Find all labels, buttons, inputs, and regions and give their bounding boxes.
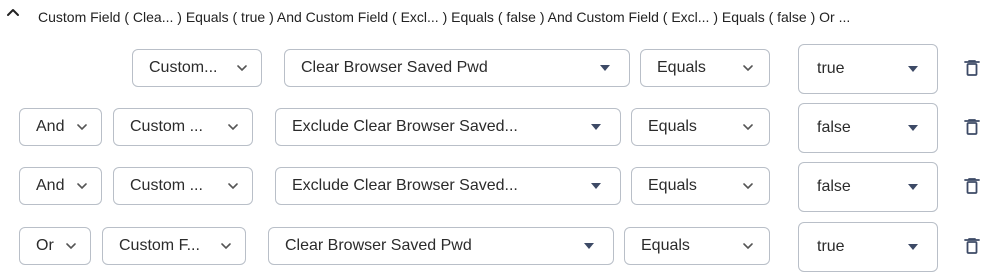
field-type-label: Custom ...: [130, 177, 203, 194]
trash-icon[interactable]: [961, 175, 983, 197]
operator-label: Equals: [641, 237, 690, 254]
caret-down-icon: [584, 243, 594, 249]
caret-down-icon: [908, 66, 918, 72]
chevron-down-icon: [77, 124, 87, 131]
value-select[interactable]: true: [798, 222, 938, 272]
chevron-down-icon: [66, 243, 76, 250]
operator-dropdown[interactable]: Equals: [631, 108, 770, 146]
trash-icon[interactable]: [961, 116, 983, 138]
field-type-dropdown[interactable]: Custom F...: [102, 227, 246, 265]
field-label: Clear Browser Saved Pwd: [301, 59, 488, 76]
field-type-label: Custom F...: [119, 237, 200, 254]
chevron-down-icon: [743, 243, 753, 250]
operator-dropdown[interactable]: Equals: [631, 167, 770, 205]
filter-summary-text: Custom Field ( Clea... ) Equals ( true )…: [38, 9, 851, 25]
value-select[interactable]: false: [798, 162, 938, 212]
chevron-down-icon: [228, 124, 238, 131]
chevron-down-icon: [743, 183, 753, 190]
value-label: true: [817, 60, 845, 77]
trash-icon[interactable]: [961, 57, 983, 79]
caret-down-icon: [591, 183, 601, 189]
chevron-down-icon: [77, 183, 87, 190]
connector-label: Or: [36, 237, 54, 254]
field-type-dropdown[interactable]: Custom...: [132, 49, 262, 87]
value-select[interactable]: false: [798, 103, 938, 153]
caret-down-icon: [908, 244, 918, 250]
connector-dropdown[interactable]: And: [19, 167, 102, 205]
field-type-label: Custom...: [149, 59, 218, 76]
value-label: true: [817, 238, 845, 255]
chevron-down-icon: [221, 243, 231, 250]
field-select[interactable]: Clear Browser Saved Pwd: [268, 227, 614, 265]
value-label: false: [817, 119, 851, 136]
operator-label: Equals: [648, 118, 697, 135]
caret-down-icon: [591, 124, 601, 130]
connector-dropdown[interactable]: And: [19, 108, 102, 146]
field-select[interactable]: Clear Browser Saved Pwd: [284, 49, 630, 87]
field-label: Clear Browser Saved Pwd: [285, 237, 472, 254]
chevron-down-icon: [237, 65, 247, 72]
field-type-label: Custom ...: [130, 118, 203, 135]
chevron-down-icon: [743, 124, 753, 131]
trash-icon[interactable]: [961, 235, 983, 257]
value-label: false: [817, 178, 851, 195]
operator-label: Equals: [648, 177, 697, 194]
caret-down-icon: [600, 65, 610, 71]
connector-label: And: [36, 177, 65, 194]
caret-down-icon: [908, 184, 918, 190]
operator-label: Equals: [657, 59, 706, 76]
value-select[interactable]: true: [798, 44, 938, 94]
caret-down-icon: [908, 125, 918, 131]
chevron-up-icon[interactable]: [4, 4, 22, 22]
operator-dropdown[interactable]: Equals: [624, 227, 770, 265]
connector-dropdown[interactable]: Or: [19, 227, 91, 265]
field-label: Exclude Clear Browser Saved...: [292, 177, 518, 194]
connector-label: And: [36, 118, 65, 135]
chevron-down-icon: [228, 183, 238, 190]
filter-summary[interactable]: Custom Field ( Clea... ) Equals ( true )…: [0, 0, 1000, 36]
operator-dropdown[interactable]: Equals: [640, 49, 770, 87]
field-select[interactable]: Exclude Clear Browser Saved...: [275, 108, 621, 146]
field-select[interactable]: Exclude Clear Browser Saved...: [275, 167, 621, 205]
field-type-dropdown[interactable]: Custom ...: [113, 167, 253, 205]
field-type-dropdown[interactable]: Custom ...: [113, 108, 253, 146]
chevron-down-icon: [743, 65, 753, 72]
field-label: Exclude Clear Browser Saved...: [292, 118, 518, 135]
